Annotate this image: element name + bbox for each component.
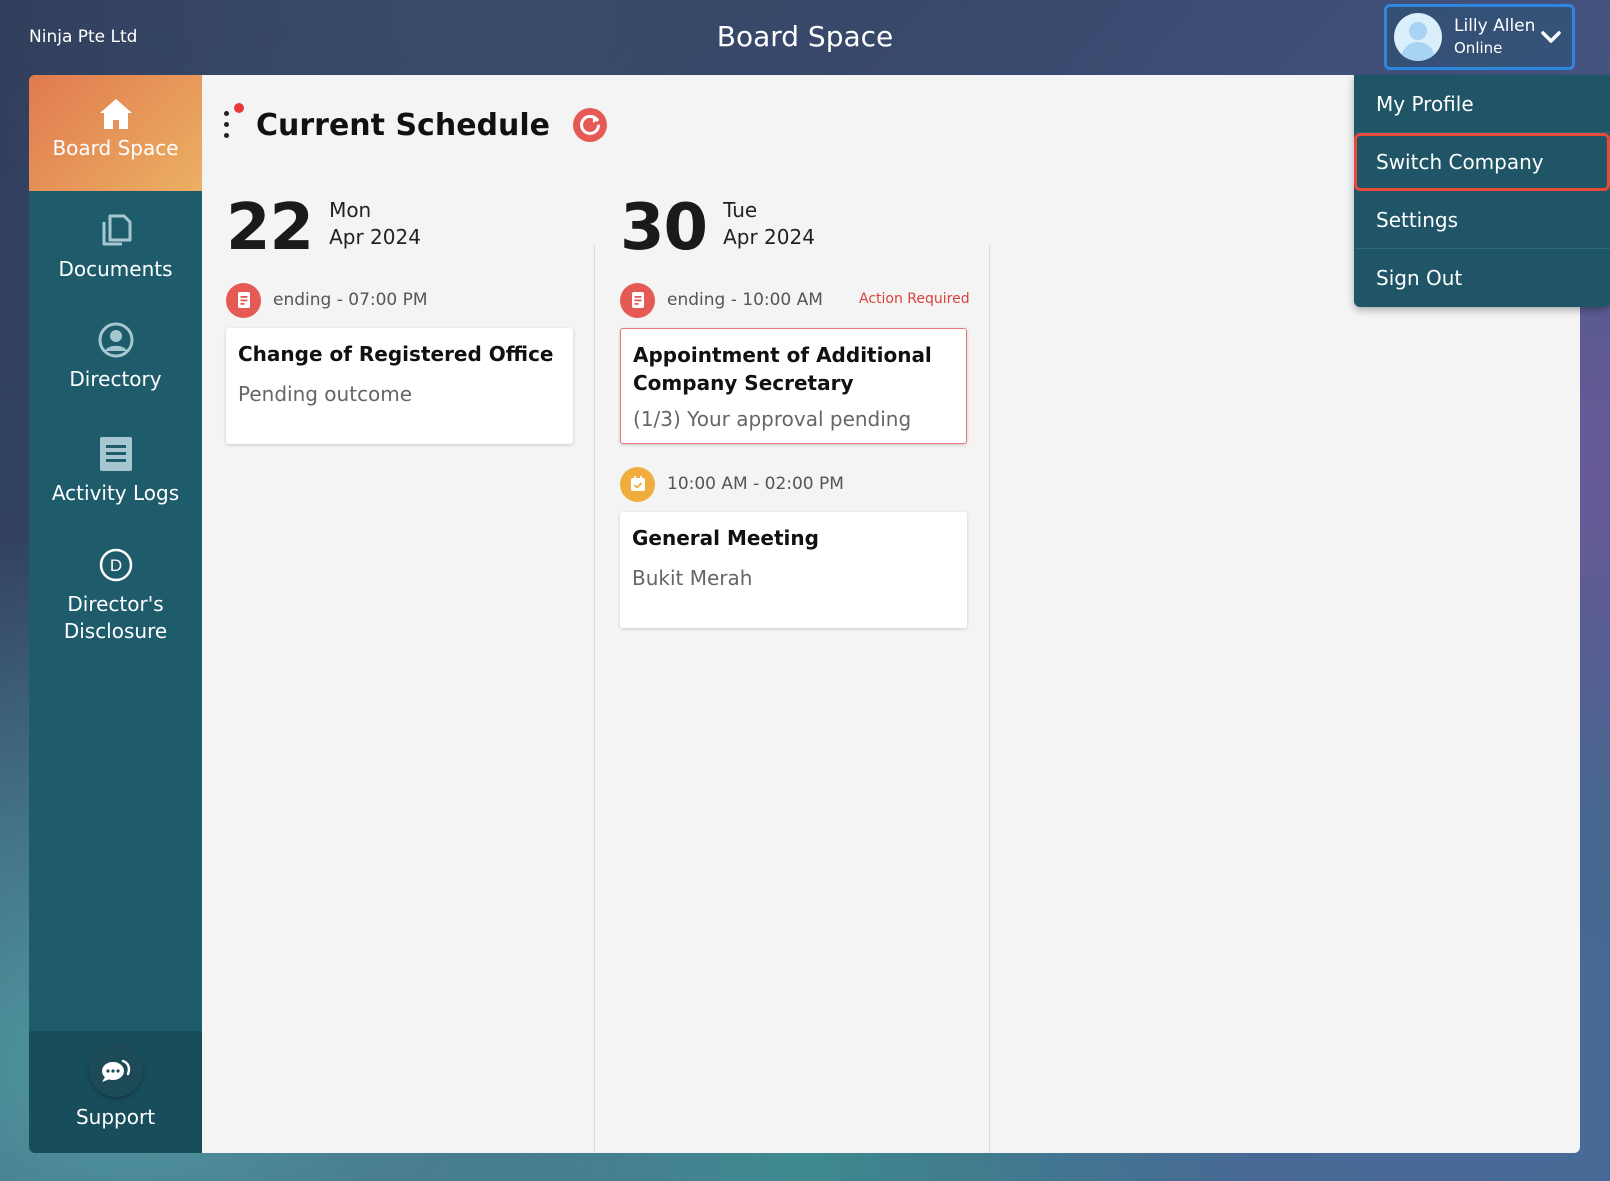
app-title: Board Space [716,20,894,53]
sidebar-item-label: Board Space [52,136,179,160]
home-icon [99,99,132,129]
sidebar-item-directors-disclosure[interactable]: D Director's Disclosure [29,545,202,645]
day-weekday: Mon [329,198,372,222]
schedule-card-general-meeting[interactable]: General Meeting Bukit Merah [620,512,967,628]
schedule-card-change-of-registered-office[interactable]: Change of Registered Office Pending outc… [226,328,573,444]
menu-item-my-profile[interactable]: My Profile [1354,75,1610,133]
user-circle-icon [98,322,133,358]
menu-item-sign-out[interactable]: Sign Out [1354,249,1610,307]
card-title: Change of Registered Office [238,342,554,366]
sidebar-item-label: Activity Logs [51,481,180,505]
support-label: Support [75,1105,156,1129]
card-title: Appointment of Additional Company Secret… [633,343,932,395]
chat-icon [101,1059,130,1082]
user-menu-toggle[interactable]: Lilly Allen Online [1384,4,1575,70]
sidebar-item-directory[interactable]: Directory [29,320,202,393]
schedule-card-appointment-company-secretary[interactable]: Appointment of Additional Company Secret… [620,328,967,444]
item-header: 10:00 AM - 02:00 PM [620,466,844,502]
item-time: ending - 10:00 AM [667,290,823,310]
notification-dot [234,103,244,113]
page-title: Current Schedule [256,107,551,143]
user-dropdown-menu: My Profile Switch Company Settings Sign … [1354,75,1610,307]
item-time: ending - 07:00 PM [273,290,428,310]
user-status: Online [1454,39,1503,57]
sidebar-item-documents[interactable]: Documents [29,210,202,283]
sidebar-item-board-space[interactable]: Board Space [29,75,202,191]
card-subtitle: (1/3) Your approval pending [633,407,912,431]
sidebar-item-label: Documents [58,257,173,281]
chevron-down-icon [1541,31,1561,43]
sidebar-item-activity-logs[interactable]: Activity Logs [29,434,202,507]
support-button[interactable]: Support [29,1031,202,1153]
day-month: Apr 2024 [329,225,421,249]
main-panel: Board Space Documents Directory Activity… [29,75,1580,1153]
item-header: ending - 07:00 PM [226,282,428,318]
card-subtitle: Bukit Merah [632,566,753,590]
list-icon [99,437,132,471]
refresh-icon[interactable] [572,107,608,143]
document-badge-icon [620,282,655,318]
day-number: 30 [620,191,708,265]
menu-item-settings[interactable]: Settings [1354,191,1610,249]
user-name: Lilly Allen [1454,16,1536,36]
menu-item-switch-company[interactable]: Switch Company [1354,133,1610,191]
column-divider [989,245,990,1153]
card-subtitle: Pending outcome [238,382,413,406]
sidebar-item-label: Directory [69,367,162,391]
item-time: 10:00 AM - 02:00 PM [667,474,844,494]
calendar-badge-icon [620,466,655,502]
day-weekday: Tue [723,198,758,222]
svg-text:D: D [109,556,121,575]
avatar [1394,13,1442,61]
column-divider [594,245,595,1153]
day-number: 22 [226,191,314,265]
sidebar-item-label: Director's Disclosure [63,592,168,643]
item-header: ending - 10:00 AM [620,282,823,318]
sidebar: Board Space Documents Directory Activity… [29,75,202,1153]
document-badge-icon [226,282,261,318]
documents-icon [102,214,131,246]
top-bar: Ninja Pte Ltd Board Space Lilly Allen On… [0,0,1610,75]
more-options-icon[interactable] [222,103,244,141]
day-header: 30 Tue Apr 2024 [620,193,815,263]
day-header: 22 Mon Apr 2024 [226,193,421,263]
action-required-label: Action Required [859,291,970,307]
schedule-header: Current Schedule [222,103,608,147]
d-circle-icon: D [99,548,132,582]
day-month: Apr 2024 [723,225,815,249]
card-title: General Meeting [632,526,819,550]
